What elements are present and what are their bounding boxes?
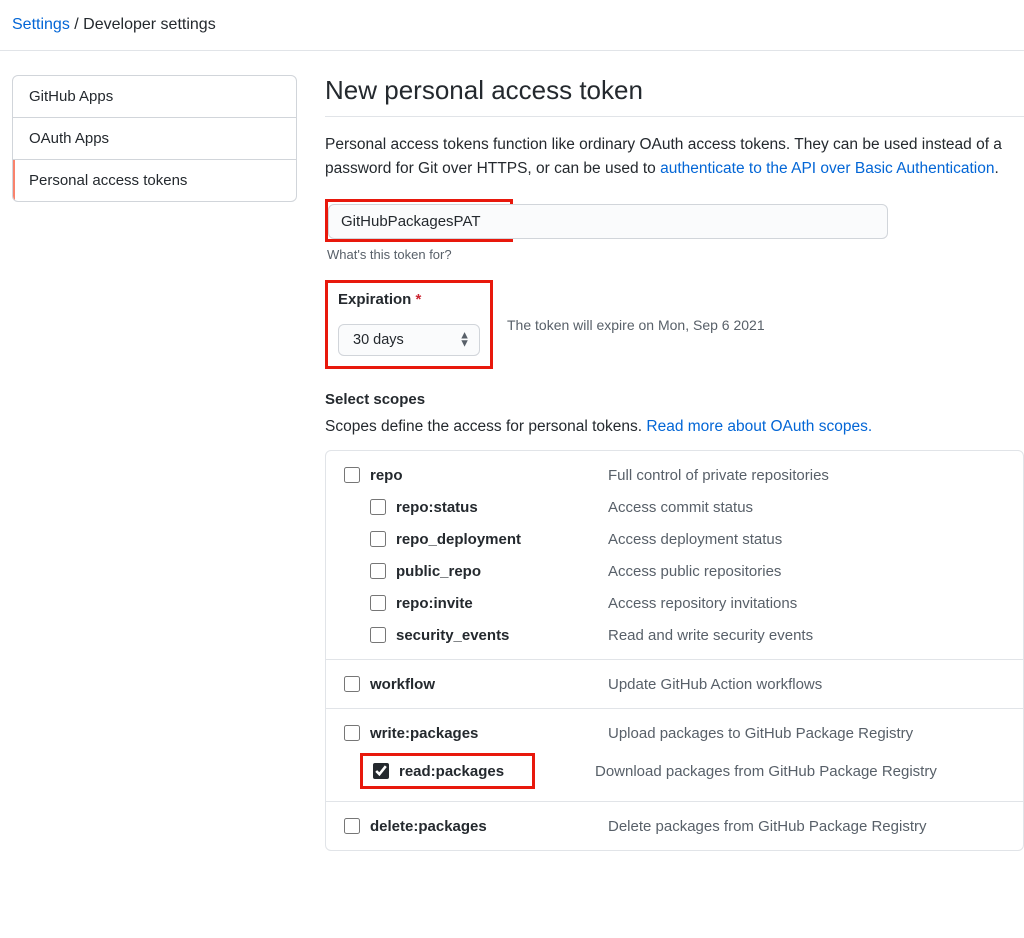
scope-read-packages-checkbox[interactable] bbox=[373, 763, 389, 779]
breadcrumb: Settings / Developer settings bbox=[0, 0, 1024, 51]
scope-public-repo-checkbox[interactable] bbox=[370, 563, 386, 579]
scope-repo-deployment-name: repo_deployment bbox=[396, 531, 608, 548]
scope-security-events-desc: Read and write security events bbox=[608, 627, 813, 644]
scope-delete-packages-name: delete:packages bbox=[370, 818, 608, 835]
sidebar-item-github-apps[interactable]: GitHub Apps bbox=[13, 76, 296, 118]
scope-repo-invite-checkbox[interactable] bbox=[370, 595, 386, 611]
scope-repo-invite-name: repo:invite bbox=[396, 595, 608, 612]
scope-write-packages-checkbox[interactable] bbox=[344, 725, 360, 741]
intro-text: Personal access tokens function like ord… bbox=[325, 133, 1024, 181]
page-title: New personal access token bbox=[325, 75, 1024, 117]
expiration-label: Expiration * bbox=[338, 291, 482, 314]
scope-public-repo-name: public_repo bbox=[396, 563, 608, 580]
scope-repo-status-desc: Access commit status bbox=[608, 499, 753, 516]
main-content: New personal access token Personal acces… bbox=[297, 75, 1024, 851]
scope-security-events-name: security_events bbox=[396, 627, 608, 644]
scope-delete-packages-checkbox[interactable] bbox=[344, 818, 360, 834]
scope-security-events-checkbox[interactable] bbox=[370, 627, 386, 643]
breadcrumb-sep: / bbox=[74, 16, 78, 33]
expiration-select[interactable]: 30 days bbox=[338, 324, 480, 356]
scope-repo-deployment-desc: Access deployment status bbox=[608, 531, 782, 548]
read-packages-highlight: read:packages bbox=[360, 753, 535, 789]
select-scopes-header: Select scopes bbox=[325, 391, 1024, 408]
sidebar-item-personal-access-tokens[interactable]: Personal access tokens bbox=[13, 160, 296, 201]
sidebar-item-oauth-apps[interactable]: OAuth Apps bbox=[13, 118, 296, 160]
scope-repo-checkbox[interactable] bbox=[344, 467, 360, 483]
scope-read-packages-desc: Download packages from GitHub Package Re… bbox=[595, 763, 937, 780]
breadcrumb-settings[interactable]: Settings bbox=[12, 16, 70, 33]
note-help: What's this token for? bbox=[327, 247, 1024, 262]
scope-repo-status-name: repo:status bbox=[396, 499, 608, 516]
scope-repo-name: repo bbox=[370, 467, 608, 484]
scope-repo-desc: Full control of private repositories bbox=[608, 467, 829, 484]
scope-read-packages-name: read:packages bbox=[399, 763, 504, 780]
scope-delete-packages-desc: Delete packages from GitHub Package Regi… bbox=[608, 818, 926, 835]
scope-public-repo-desc: Access public repositories bbox=[608, 563, 781, 580]
sidebar: GitHub Apps OAuth Apps Personal access t… bbox=[12, 75, 297, 851]
scope-write-packages-name: write:packages bbox=[370, 725, 608, 742]
scope-repo-status-checkbox[interactable] bbox=[370, 499, 386, 515]
scope-repo-invite-desc: Access repository invitations bbox=[608, 595, 797, 612]
expiration-highlight: Expiration * 30 days ▲▼ bbox=[325, 280, 493, 369]
scope-workflow-desc: Update GitHub Action workflows bbox=[608, 676, 822, 693]
scope-repo-deployment-checkbox[interactable] bbox=[370, 531, 386, 547]
scope-workflow-name: workflow bbox=[370, 676, 608, 693]
scope-table: repo Full control of private repositorie… bbox=[325, 450, 1024, 851]
scope-workflow-checkbox[interactable] bbox=[344, 676, 360, 692]
oauth-scopes-link[interactable]: Read more about OAuth scopes. bbox=[646, 418, 872, 435]
scopes-intro: Scopes define the access for personal to… bbox=[325, 418, 1024, 436]
breadcrumb-developer: Developer settings bbox=[83, 16, 216, 33]
scope-write-packages-desc: Upload packages to GitHub Package Regist… bbox=[608, 725, 913, 742]
note-input[interactable] bbox=[328, 204, 888, 239]
auth-api-link[interactable]: authenticate to the API over Basic Authe… bbox=[660, 160, 994, 177]
expiration-hint: The token will expire on Mon, Sep 6 2021 bbox=[507, 317, 765, 333]
